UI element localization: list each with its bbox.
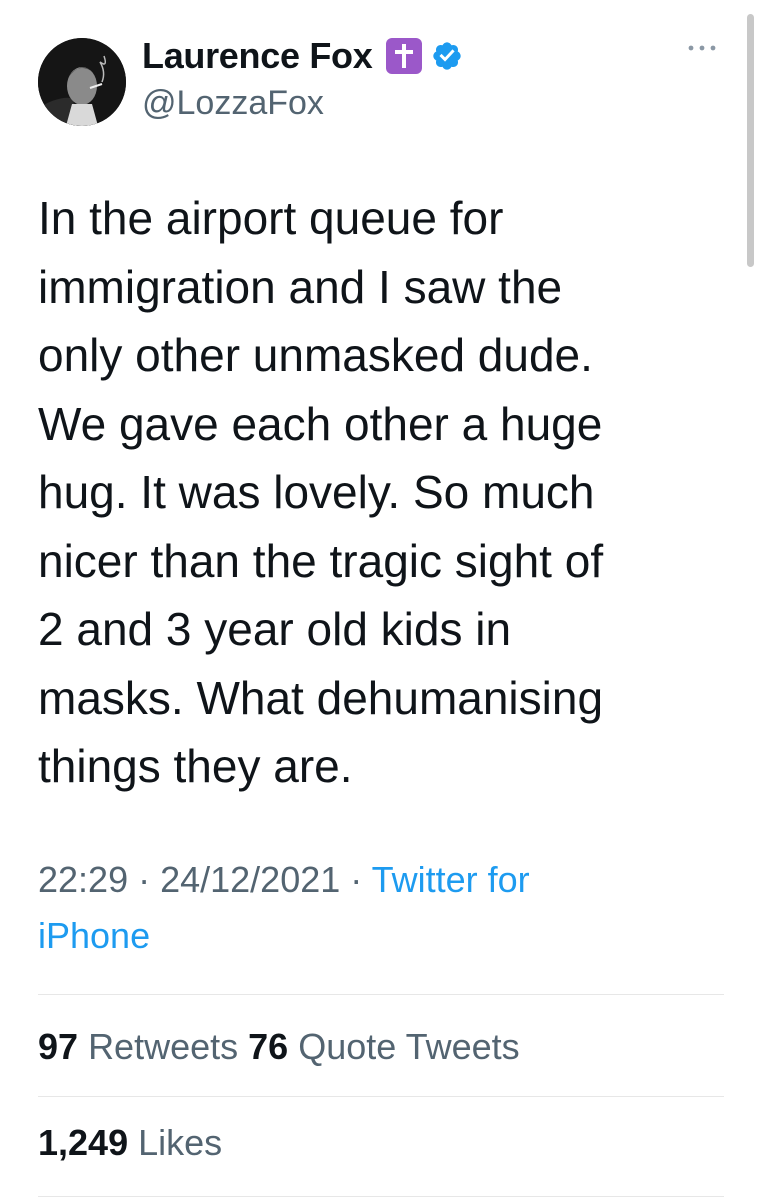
- tweet-meta: 22:29 · 24/12/2021 · Twitter for iPhone: [38, 852, 678, 964]
- engagement-stats: 97 Retweets 76 Quote Tweets: [38, 1022, 520, 1072]
- author-name-row: Laurence Fox: [142, 34, 464, 78]
- likes-count: 1,249: [38, 1122, 129, 1163]
- retweets-count: 97: [38, 1026, 79, 1067]
- tweet-text-line: In the airport queue for: [38, 192, 504, 244]
- author-handle[interactable]: @LozzaFox: [142, 84, 324, 123]
- tweet-date[interactable]: 24/12/2021: [160, 859, 340, 900]
- likes-stats: 1,249 Likes: [38, 1118, 222, 1168]
- divider: [38, 1196, 724, 1197]
- verified-icon: [430, 39, 464, 73]
- tweet-text: In the airport queue for immigration and…: [38, 184, 728, 801]
- tweet-text-line: hug. It was lovely. So much: [38, 466, 595, 518]
- source-label-part-1: Twitter for: [371, 859, 530, 900]
- tweet-text-line: things they are.: [38, 740, 353, 792]
- meta-separator: ·: [128, 859, 161, 900]
- divider: [38, 994, 724, 995]
- tweet-time[interactable]: 22:29: [38, 859, 128, 900]
- more-horizontal-icon: [688, 45, 716, 51]
- quote-tweets-label: Quote Tweets: [298, 1026, 520, 1067]
- divider: [38, 1096, 724, 1097]
- likes-link[interactable]: 1,249 Likes: [38, 1122, 222, 1163]
- tweet-text-line: 2 and 3 year old kids in: [38, 603, 512, 655]
- retweets-link[interactable]: 97 Retweets: [38, 1026, 238, 1067]
- author-display-name[interactable]: Laurence Fox: [142, 35, 373, 77]
- quote-tweets-link[interactable]: 76 Quote Tweets: [248, 1026, 520, 1067]
- scrollbar-thumb[interactable]: [747, 14, 754, 267]
- latin-cross-icon: [386, 38, 423, 74]
- tweet-text-line: immigration and I saw the: [38, 260, 563, 313]
- tweet-text-line: nicer than the tragic sight of: [38, 534, 604, 587]
- retweets-label: Retweets: [88, 1026, 239, 1067]
- more-options-button[interactable]: [682, 38, 722, 58]
- likes-label: Likes: [138, 1122, 223, 1163]
- quote-tweets-count: 76: [248, 1026, 289, 1067]
- tweet-text-line: masks. What dehumanising: [38, 671, 604, 724]
- avatar[interactable]: [38, 38, 126, 126]
- profile-photo: [38, 38, 126, 126]
- tweet-text-line: only other unmasked dude.: [38, 329, 593, 381]
- source-label-part-2: iPhone: [38, 915, 151, 956]
- meta-separator: ·: [340, 859, 372, 900]
- tweet-text-line: We gave each other a huge: [38, 397, 603, 450]
